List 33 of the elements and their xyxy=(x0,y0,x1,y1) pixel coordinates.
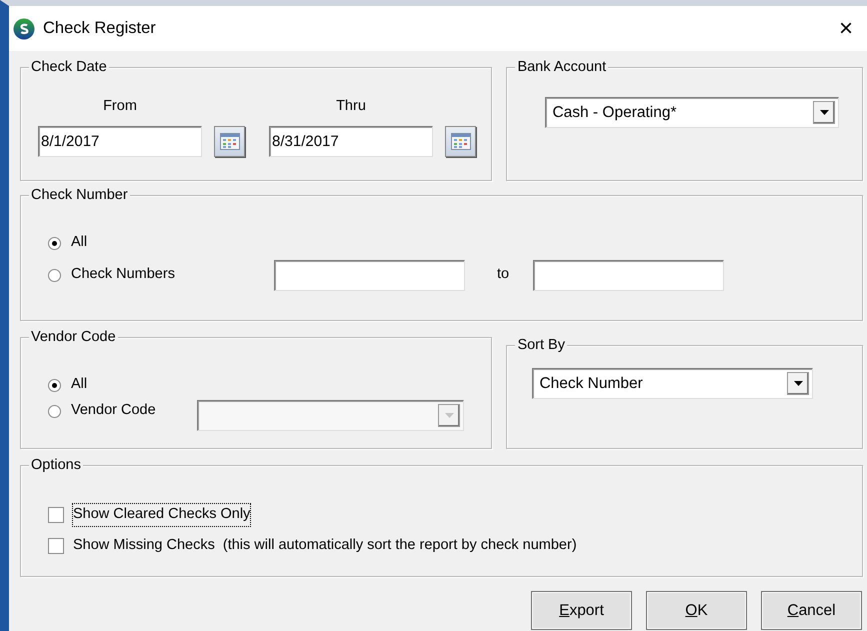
checkbox-label[interactable]: Show Cleared Checks Only xyxy=(73,504,250,526)
radio-label: Check Numbers xyxy=(71,265,176,284)
calendar-icon xyxy=(450,132,470,150)
checkbox[interactable] xyxy=(48,538,64,554)
radio-label: All xyxy=(71,233,88,252)
dialog-button[interactable]: Cancel xyxy=(761,591,862,630)
dialog-button[interactable]: Export xyxy=(531,591,632,630)
dialog-button[interactable]: OK xyxy=(646,591,747,630)
check-number-to-field[interactable] xyxy=(533,260,724,290)
field-label: Thru xyxy=(335,97,367,116)
group-title: Sort By xyxy=(515,336,567,354)
calendar-button[interactable] xyxy=(214,126,245,157)
radio-button[interactable] xyxy=(48,404,61,418)
checkbox[interactable] xyxy=(48,507,64,523)
date-field[interactable]: 8/1/2017 xyxy=(38,126,202,157)
window-title: Check Register xyxy=(43,18,156,40)
group-title: Options xyxy=(29,456,83,474)
date-field[interactable]: 8/31/2017 xyxy=(269,126,433,157)
checkbox-label[interactable]: Show Missing Checks (this will automatically sort the report by check number) xyxy=(73,535,577,557)
app-logo-icon xyxy=(13,18,35,40)
calendar-button[interactable] xyxy=(445,126,476,157)
radio-label: Vendor Code xyxy=(71,401,157,420)
calendar-icon xyxy=(220,132,240,150)
field-label: From xyxy=(102,97,138,116)
sort-by-dropdown[interactable]: Check Number xyxy=(532,368,814,399)
close-button[interactable]: × xyxy=(832,16,859,40)
radio-label: All xyxy=(71,375,88,394)
bank-account-dropdown[interactable]: Cash - Operating* xyxy=(545,97,840,128)
check-number-from-field[interactable] xyxy=(274,260,465,290)
radio-button[interactable] xyxy=(48,378,61,392)
range-label: to xyxy=(497,265,510,284)
radio-button[interactable] xyxy=(48,268,61,282)
radio-button[interactable] xyxy=(48,236,61,250)
